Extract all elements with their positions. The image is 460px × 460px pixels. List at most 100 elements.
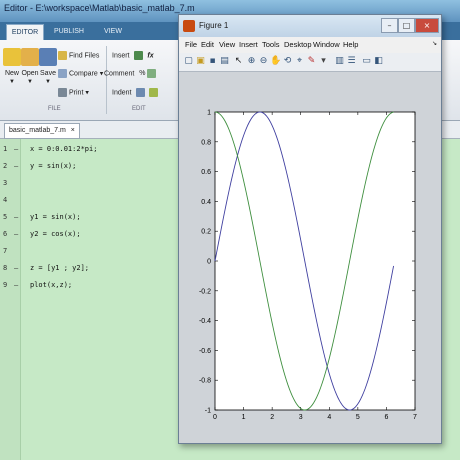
breakpoint-marker[interactable]: – xyxy=(14,162,18,170)
chevron-down-icon: ▼ xyxy=(9,79,15,85)
save-icon xyxy=(39,48,57,66)
print-icon xyxy=(58,88,67,97)
x-tick-label: 2 xyxy=(270,414,274,421)
y-tick-label: 0.4 xyxy=(201,199,211,206)
y-tick-label: 0.6 xyxy=(201,169,211,176)
smart-indent-icon xyxy=(149,88,159,97)
insert-button[interactable]: Insert fx xyxy=(112,51,154,60)
y-tick-label: -0.6 xyxy=(199,348,211,355)
figure-toolbar: ▢ ▣ ▪ ▤ ↖ ⊕ ⊖ ✋ ⟲ ⌖ ✎ ▾ ▥ ☰ ▭ ◧ xyxy=(179,53,441,72)
show-plot-tools-icon[interactable]: ◧ xyxy=(373,56,384,67)
line-number: 1 xyxy=(3,145,8,153)
y-tick-label: 1 xyxy=(207,110,211,117)
figure-canvas[interactable]: 0 1 2 3 4 5 6 7 1 0.8 0.6 0.4 0.2 0 -0.2 -0.4 -0.6 -0.8 -1 xyxy=(179,72,441,443)
menu-edit[interactable]: Edit xyxy=(201,40,214,49)
open-button[interactable]: Open ▼ xyxy=(20,48,40,85)
indent-icon xyxy=(136,88,146,97)
minimize-button[interactable]: – xyxy=(381,18,398,33)
print-button[interactable]: Print ▾ xyxy=(58,88,89,97)
new-figure-icon[interactable]: ▢ xyxy=(183,56,194,67)
figure-title-bar[interactable]: Figure 1 – □ × xyxy=(179,15,441,37)
zoom-in-icon[interactable]: ⊕ xyxy=(246,56,257,67)
line-number: 5 xyxy=(3,213,8,221)
code-line: y1 = sin(x); xyxy=(30,213,81,221)
edit-group-label: EDIT xyxy=(132,106,146,112)
chevron-down-icon: ▼ xyxy=(45,79,51,85)
tab-editor[interactable]: EDITOR xyxy=(6,24,44,41)
close-button[interactable]: × xyxy=(415,18,439,33)
y-tick-label: 0.8 xyxy=(201,139,211,146)
tab-view[interactable]: VIEW xyxy=(98,24,128,40)
breakpoint-marker[interactable]: – xyxy=(14,264,18,272)
new-button[interactable]: New ▼ xyxy=(2,48,22,85)
line-number: 2 xyxy=(3,162,8,170)
menu-tools[interactable]: Tools xyxy=(262,40,280,49)
save-button[interactable]: Save ▼ xyxy=(38,48,58,85)
line-number: 4 xyxy=(3,196,8,204)
file-group-label: FILE xyxy=(48,106,61,112)
insert-icon xyxy=(134,51,144,60)
breakpoint-marker[interactable]: – xyxy=(14,145,18,153)
x-tick-label: 1 xyxy=(242,414,246,421)
print-icon[interactable]: ▤ xyxy=(219,56,230,67)
y-tick-label: -0.2 xyxy=(199,288,211,295)
menu-desktop[interactable]: Desktop xyxy=(284,40,312,49)
menu-insert[interactable]: Insert xyxy=(239,40,258,49)
breakpoint-marker[interactable]: – xyxy=(14,281,18,289)
line-plot[interactable]: 0 1 2 3 4 5 6 7 1 0.8 0.6 0.4 0.2 0 -0.2 -0.4 -0.6 -0.8 -1 xyxy=(179,72,441,443)
y-tick-label: -0.4 xyxy=(199,318,211,325)
breakpoint-marker[interactable]: – xyxy=(14,213,18,221)
link-icon[interactable]: ▾ xyxy=(318,56,329,67)
close-tab-icon[interactable]: × xyxy=(71,127,75,134)
breakpoint-marker[interactable]: – xyxy=(14,230,18,238)
comment-button[interactable]: Comment % xyxy=(104,69,158,78)
x-tick-label: 0 xyxy=(213,414,217,421)
file-tab-basic-matlab-7[interactable]: basic_matlab_7.m × xyxy=(4,123,80,139)
code-line: y = sin(x); xyxy=(30,162,77,170)
y-tick-label: 0.2 xyxy=(201,229,211,236)
menu-file[interactable]: File xyxy=(185,40,197,49)
code-line: y2 = cos(x); xyxy=(30,230,81,238)
menu-view[interactable]: View xyxy=(219,40,235,49)
y-tick-label: -1 xyxy=(205,408,211,415)
menu-help[interactable]: Help xyxy=(343,40,358,49)
legend-icon[interactable]: ☰ xyxy=(346,56,357,67)
x-tick-label: 3 xyxy=(299,414,303,421)
colorbar-icon[interactable]: ▥ xyxy=(334,56,345,67)
code-line: x = 0:0.01:2*pi; xyxy=(30,145,98,153)
x-tick-label: 4 xyxy=(327,414,331,421)
y-tick-label: 0 xyxy=(207,259,211,266)
figure-title: Figure 1 xyxy=(199,21,229,30)
figure-menu-bar: File Edit View Insert Tools Desktop Wind… xyxy=(179,37,441,53)
zoom-out-icon[interactable]: ⊖ xyxy=(258,56,269,67)
pointer-icon[interactable]: ↖ xyxy=(233,56,244,67)
matlab-logo-icon xyxy=(183,20,195,32)
code-line: plot(x,z); xyxy=(30,281,73,289)
dock-arrow-icon[interactable]: ↘ xyxy=(432,40,437,47)
rotate-icon[interactable]: ⟲ xyxy=(282,56,293,67)
editor-title: Editor - E:\workspace\Matlab\basic_matla… xyxy=(4,3,195,13)
brush-icon[interactable]: ✎ xyxy=(306,56,317,67)
compare-button[interactable]: Compare ▾ xyxy=(58,69,103,78)
comment-icon xyxy=(147,69,157,78)
line-number: 6 xyxy=(3,230,8,238)
data-cursor-icon[interactable]: ⌖ xyxy=(294,56,305,67)
hide-plot-tools-icon[interactable]: ▭ xyxy=(361,56,372,67)
save-icon[interactable]: ▪ xyxy=(207,56,218,67)
new-file-icon xyxy=(3,48,21,66)
open-icon[interactable]: ▣ xyxy=(195,56,206,67)
figure-window: Figure 1 – □ × File Edit View Insert Too… xyxy=(178,14,442,444)
find-files-button[interactable]: Find Files xyxy=(58,51,99,60)
open-folder-icon xyxy=(21,48,39,66)
x-tick-label: 5 xyxy=(356,414,360,421)
maximize-button[interactable]: □ xyxy=(398,18,415,33)
x-tick-label: 6 xyxy=(384,414,388,421)
find-files-icon xyxy=(58,51,67,60)
y-tick-label: -0.8 xyxy=(199,378,211,385)
pan-icon[interactable]: ✋ xyxy=(270,56,281,67)
code-line: z = [y1 ; y2]; xyxy=(30,264,90,272)
tab-publish[interactable]: PUBLISH xyxy=(50,24,88,40)
line-number: 7 xyxy=(3,247,8,255)
menu-window[interactable]: Window xyxy=(313,40,340,49)
indent-button[interactable]: Indent xyxy=(112,88,160,97)
